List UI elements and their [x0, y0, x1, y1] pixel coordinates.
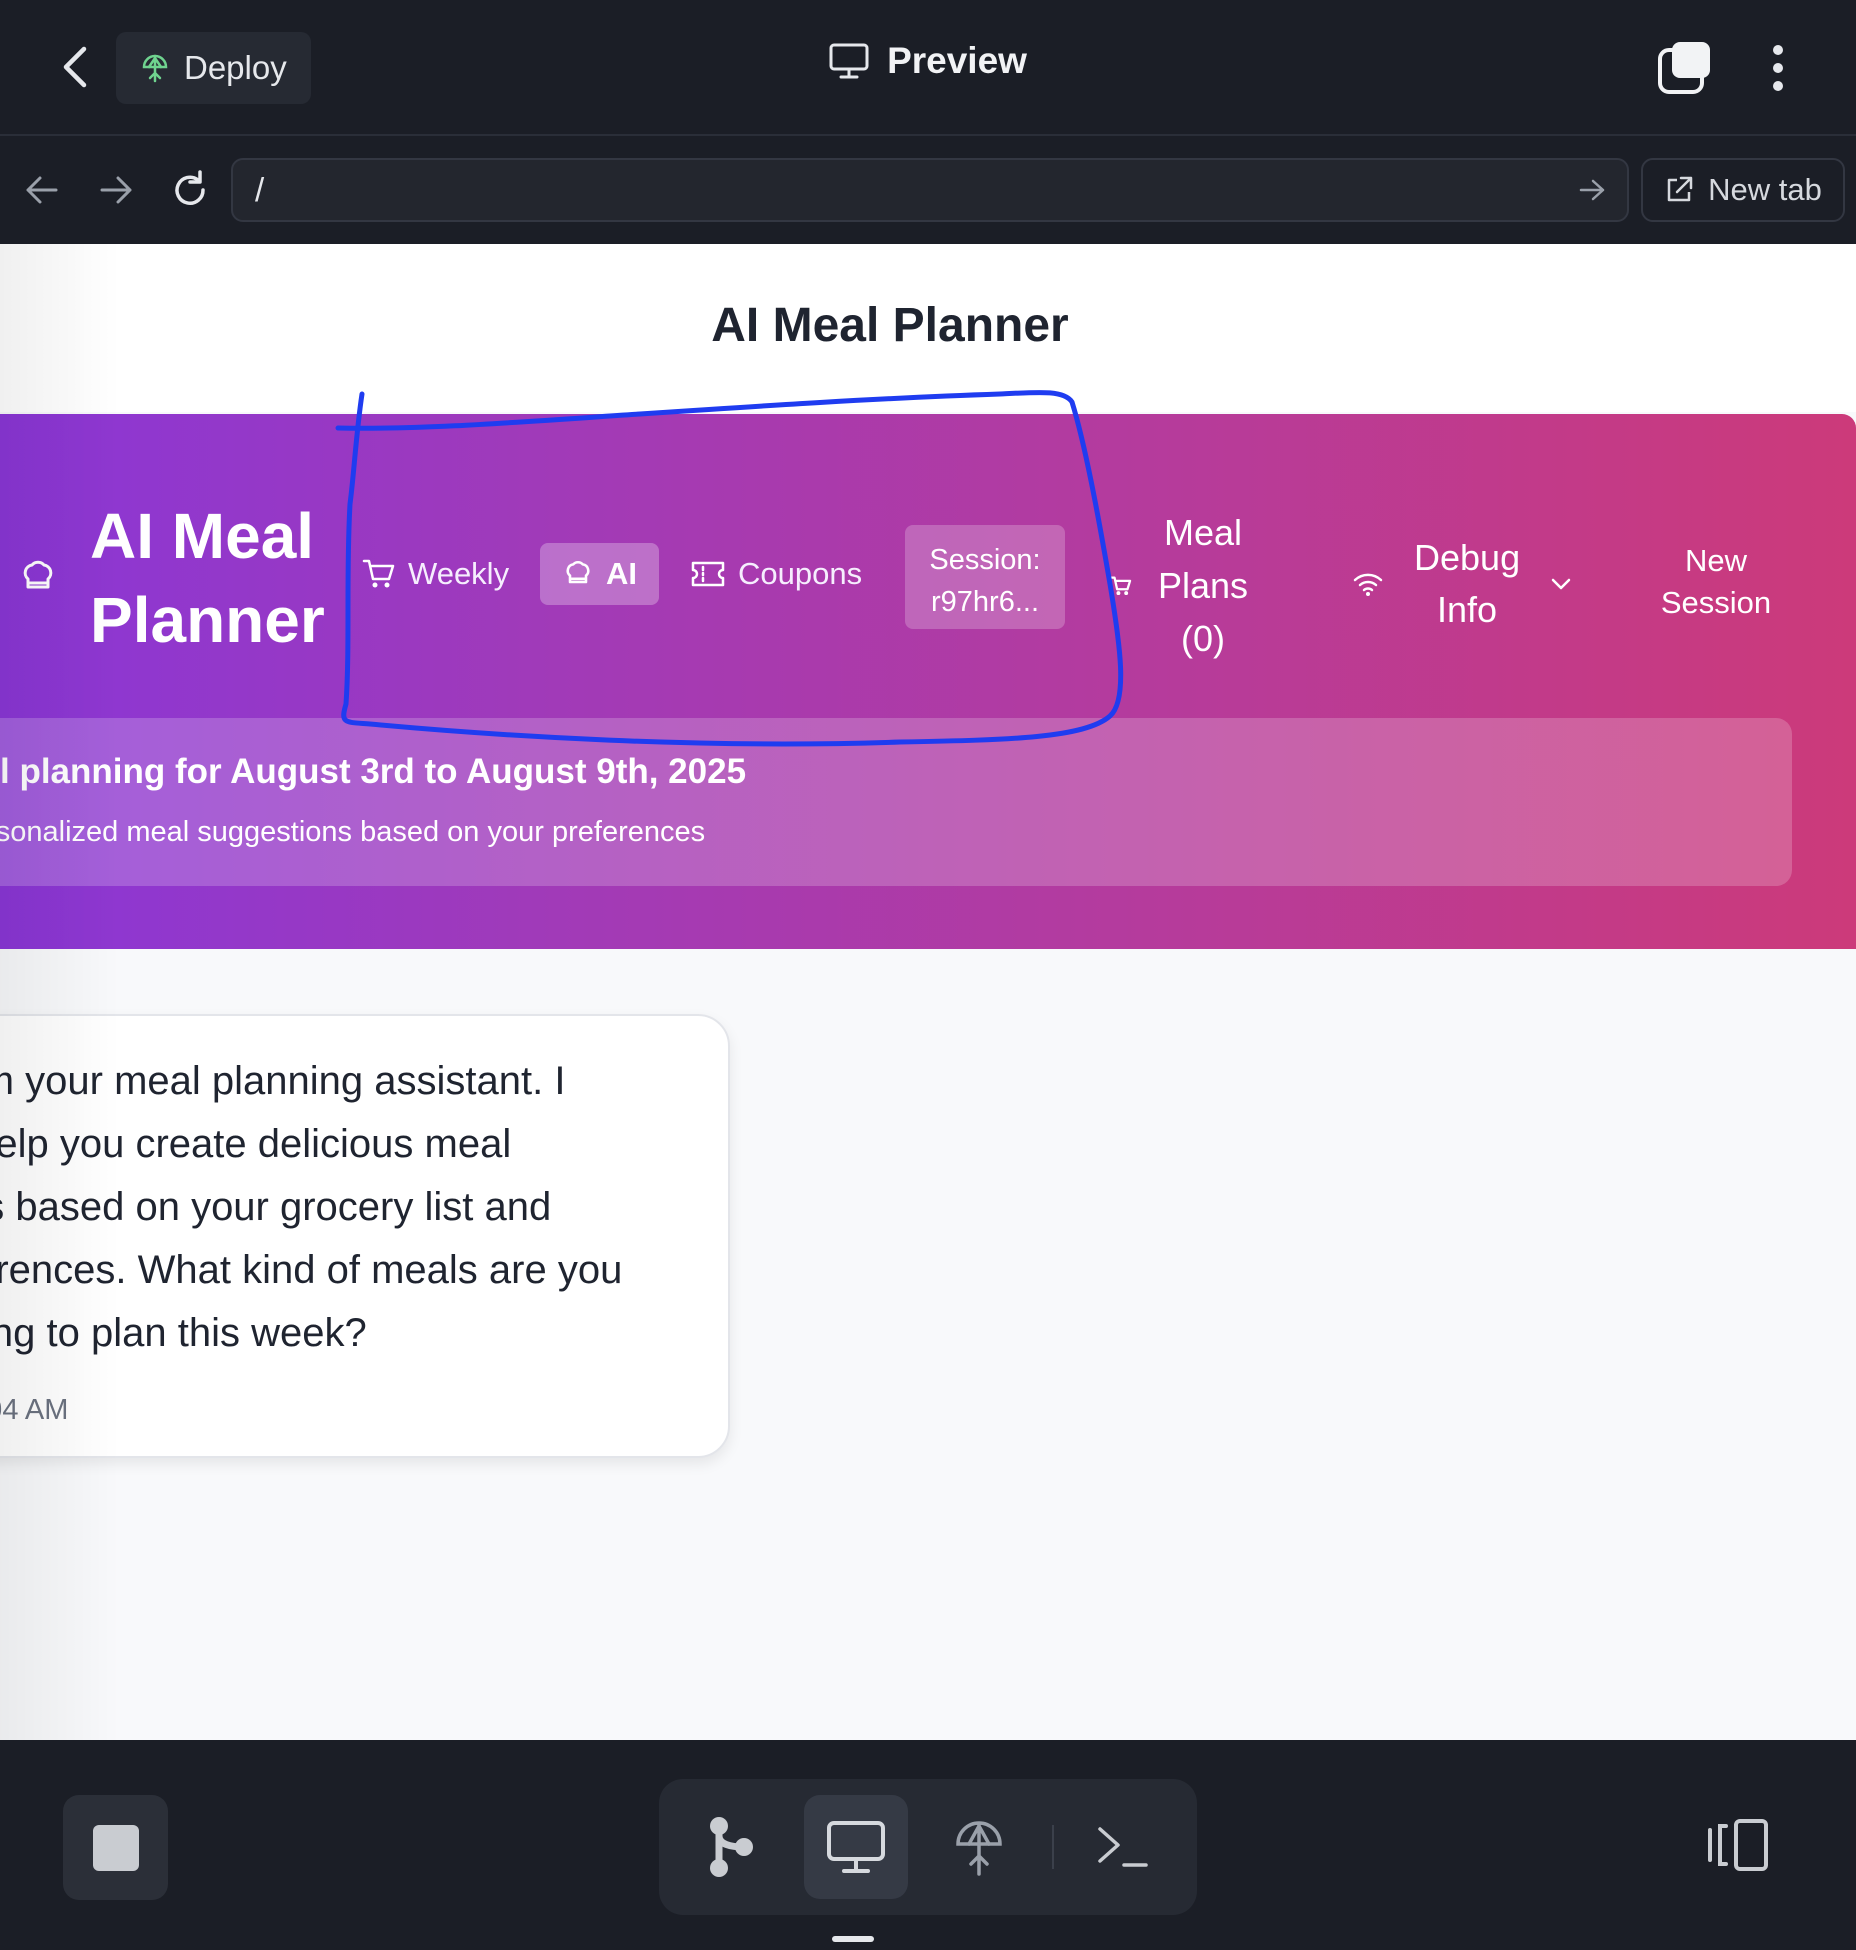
new-session-line-2: Session [1660, 585, 1772, 620]
browser-url-bar: / New tab [0, 138, 1856, 244]
url-text: / [255, 171, 265, 208]
more-icon [1773, 45, 1783, 55]
brand-line-1: AI Meal [90, 500, 315, 572]
message-text: I'm your meal planning assistant. I help… [0, 1059, 623, 1355]
nav-weekly[interactable]: Weekly [362, 556, 509, 592]
branch-icon [710, 1817, 753, 1877]
go-icon[interactable] [1577, 174, 1609, 206]
cart-icon [362, 559, 395, 588]
meal-plans-count: (0) [1181, 618, 1226, 659]
preview-tool-button[interactable] [804, 1795, 908, 1899]
new-tab-button[interactable]: New tab [1641, 158, 1845, 222]
page-title: AI Meal Planner [711, 299, 1069, 352]
tabs-button[interactable] [1656, 40, 1712, 96]
assistant-message: I'm your meal planning assistant. I help… [0, 1014, 730, 1458]
browser-back-button[interactable] [14, 162, 70, 218]
tool-switcher [659, 1779, 1197, 1915]
home-indicator [832, 1936, 874, 1942]
stop-icon [92, 1824, 139, 1871]
preview-label: Preview [887, 40, 1027, 81]
monitor-icon [827, 1821, 885, 1873]
more-menu-button[interactable] [1760, 40, 1796, 96]
panel-icon[interactable] [1706, 1818, 1770, 1872]
chevron-down-icon [1551, 578, 1571, 590]
wifi-icon [1353, 573, 1383, 596]
page-header: AI Meal Planner [0, 244, 1856, 412]
tabs-icon [1658, 42, 1710, 94]
more-icon-dot [1773, 63, 1783, 73]
branch-tool-button[interactable] [679, 1795, 783, 1899]
reload-button[interactable] [162, 162, 218, 218]
more-icon-dot [1773, 81, 1783, 91]
arrow-left-icon [26, 176, 58, 204]
terminal-icon [1098, 1827, 1148, 1867]
new-tab-label: New tab [1708, 172, 1822, 207]
session-badge: Session: r97hr6... [905, 525, 1065, 629]
nav-coupons[interactable]: Coupons [690, 556, 862, 592]
nav-ai[interactable]: AI [540, 543, 659, 605]
chef-hat-icon [23, 560, 53, 589]
arrow-right-icon [100, 176, 132, 204]
message-time: 2:04 AM [0, 1394, 69, 1426]
tool-separator [1052, 1825, 1054, 1869]
external-link-icon [1667, 176, 1693, 202]
chef-hat-icon [566, 560, 590, 584]
debug-info-dropdown[interactable]: Debug Info [1352, 532, 1572, 636]
cart-icon [1110, 575, 1132, 595]
nav-ai-label: AI [606, 556, 637, 591]
preview-title: Preview [0, 40, 1856, 82]
session-id: r97hr6... [931, 586, 1039, 618]
deploy-icon [956, 1821, 1002, 1876]
top-app-bar: Deploy Preview [0, 0, 1856, 136]
app-brand[interactable]: AI Meal Planner [90, 494, 325, 662]
app-header: AI Meal Planner Weekly AI Coupons Sessio… [0, 414, 1856, 949]
nav-weekly-label: Weekly [408, 556, 510, 591]
deploy-tool-button[interactable] [927, 1795, 1031, 1899]
ticket-icon [691, 561, 725, 587]
week-banner: l planning for August 3rd to August 9th,… [0, 718, 1792, 886]
meal-plans-button[interactable]: Meal Plans (0) [1110, 506, 1248, 665]
meal-plans-line-1: Meal [1164, 512, 1243, 553]
url-input[interactable]: / [231, 158, 1629, 222]
stop-button[interactable] [63, 1795, 168, 1900]
debug-line-1: Debug [1414, 537, 1521, 578]
web-viewport: AI Meal Planner AI Meal Planner Weekly A… [0, 244, 1856, 1740]
new-session-line-1: New [1684, 543, 1747, 578]
bottom-toolbar [0, 1740, 1856, 1950]
debug-line-2: Info [1437, 589, 1498, 630]
new-session-button[interactable]: New Session [1640, 540, 1792, 624]
terminal-tool-button[interactable] [1071, 1795, 1175, 1899]
brand-line-2: Planner [90, 584, 325, 656]
week-subtitle: ersonalized meal suggestions based on yo… [0, 816, 706, 848]
reload-icon [175, 170, 205, 205]
browser-forward-button[interactable] [88, 162, 144, 218]
nav-coupons-label: Coupons [738, 556, 863, 591]
week-title: l planning for August 3rd to August 9th,… [0, 752, 747, 791]
meal-plans-line-2: Plans [1158, 565, 1249, 606]
monitor-icon [829, 43, 869, 79]
session-label: Session: [929, 544, 1041, 576]
